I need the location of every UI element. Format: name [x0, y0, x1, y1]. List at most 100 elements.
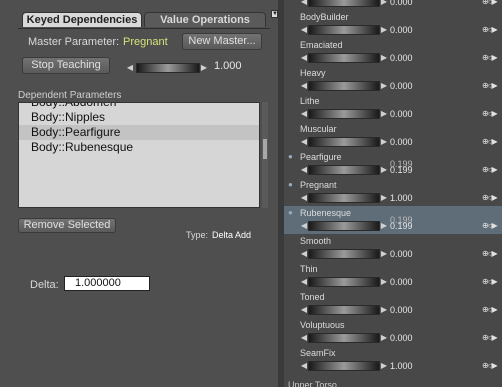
parameter-dial[interactable]: ◀ ▶	[300, 332, 388, 344]
right-arrow-icon[interactable]: ▶	[380, 332, 388, 344]
left-arrow-icon[interactable]: ◀	[126, 62, 134, 74]
parameter-row[interactable]: Voluptuous ◀ ▶ 0.000 ⊕○▶	[284, 318, 502, 346]
dial-track[interactable]	[308, 81, 380, 91]
tab-value-operations[interactable]: Value Operations	[144, 12, 266, 27]
dial-icon[interactable]: ⊕○▶	[482, 193, 498, 202]
left-arrow-icon[interactable]: ◀	[300, 248, 308, 260]
left-arrow-icon[interactable]: ◀	[300, 108, 308, 120]
stop-teaching-button[interactable]: Stop Teaching	[22, 57, 110, 74]
dial-icon[interactable]: ⊕○▶	[482, 249, 498, 258]
parameter-row[interactable]: ● Rubenesque ◀ ▶ 0.199 0.199 ⊕○▶	[284, 206, 502, 234]
teaching-value[interactable]: 1.000	[214, 60, 242, 72]
left-arrow-icon[interactable]: ◀	[300, 0, 308, 8]
dial-track[interactable]	[308, 53, 380, 63]
parameter-dial[interactable]: ◀ ▶	[300, 360, 388, 372]
parameter-value[interactable]: 0.199	[390, 165, 413, 175]
dial-icon[interactable]: ⊕○▶	[482, 0, 498, 6]
scrollbar-thumb[interactable]	[263, 139, 267, 159]
dial-icon[interactable]: ⊕○▶	[482, 333, 498, 342]
dial-icon[interactable]: ⊕○▶	[482, 361, 498, 370]
dial-track[interactable]	[308, 25, 380, 35]
dial-icon[interactable]: ⊕○▶	[482, 25, 498, 34]
list-scrollbar[interactable]	[262, 102, 268, 208]
parameter-row[interactable]: Lithe ◀ ▶ 0.000 ⊕○▶	[284, 94, 502, 122]
dependent-parameters-list[interactable]: Body::Abdomen Body::Nipples Body::Pearfi…	[18, 102, 260, 208]
parameter-row[interactable]: Thin ◀ ▶ 0.000 ⊕○▶	[284, 262, 502, 290]
remove-selected-button[interactable]: Remove Selected	[18, 218, 116, 233]
left-arrow-icon[interactable]: ◀	[300, 220, 308, 232]
left-arrow-icon[interactable]: ◀	[300, 360, 308, 372]
right-arrow-icon[interactable]: ▶	[380, 360, 388, 372]
tab-keyed-dependencies[interactable]: Keyed Dependencies	[22, 12, 142, 27]
new-master-button[interactable]: New Master...	[182, 33, 262, 50]
parameter-dial[interactable]: ◀ ▶	[300, 0, 387, 8]
dial-track[interactable]	[308, 305, 380, 315]
list-item[interactable]: Body::Nipples	[19, 110, 259, 125]
left-arrow-icon[interactable]: ◀	[300, 332, 308, 344]
dial-track[interactable]	[308, 109, 380, 119]
parameter-row[interactable]: BodyBuilder ◀ ▶ 0.000 ⊕○▶	[284, 10, 502, 38]
dial-icon[interactable]: ⊕○▶	[482, 81, 498, 90]
parameter-dial[interactable]: ◀ ▶	[300, 136, 388, 148]
dial-icon[interactable]: ⊕○▶	[482, 137, 498, 146]
dial-track[interactable]	[308, 193, 380, 203]
left-arrow-icon[interactable]: ◀	[300, 24, 308, 36]
parameter-value[interactable]: 0.199	[390, 221, 413, 231]
right-arrow-icon[interactable]: ▶	[380, 52, 388, 64]
parameter-row[interactable]: ● Pearfigure ◀ ▶ 0.199 0.199 ⊕○▶	[284, 150, 502, 178]
dial-icon[interactable]: ⊕○▶	[482, 53, 498, 62]
teaching-dial-slider[interactable]: ◀ ▶	[126, 62, 210, 74]
left-arrow-icon[interactable]: ◀	[300, 80, 308, 92]
left-arrow-icon[interactable]: ◀	[300, 52, 308, 64]
dial-icon[interactable]: ⊕○▶	[482, 165, 498, 174]
parameter-dial[interactable]: ◀ ▶	[300, 220, 388, 232]
parameter-row[interactable]: Muscular ◀ ▶ 0.000 ⊕○▶	[284, 122, 502, 150]
list-item-clipped[interactable]: Body::Abdomen	[19, 103, 259, 110]
parameter-row[interactable]: Heavy ◀ ▶ 0.000 ⊕○▶	[284, 66, 502, 94]
right-arrow-icon[interactable]: ▶	[380, 304, 388, 316]
right-arrow-icon[interactable]: ▶	[380, 136, 388, 148]
dial-track[interactable]	[136, 63, 200, 73]
parameter-value[interactable]: 1.000	[390, 361, 413, 371]
parameter-value[interactable]: 0.000	[390, 109, 413, 119]
right-arrow-icon[interactable]: ▶	[380, 248, 388, 260]
left-arrow-icon[interactable]: ◀	[300, 136, 308, 148]
parameter-value[interactable]: 0.000	[390, 0, 413, 7]
parameter-value[interactable]: 0.000	[390, 137, 413, 147]
left-arrow-icon[interactable]: ◀	[300, 304, 308, 316]
right-arrow-icon[interactable]: ▶	[380, 192, 388, 204]
parameter-dial[interactable]: ◀ ▶	[300, 108, 387, 120]
group-label[interactable]: Upper Torso	[284, 380, 502, 387]
left-arrow-icon[interactable]: ◀	[300, 192, 308, 204]
parameter-row[interactable]: ◀ ▶ 0.000 ⊕○▶	[284, 0, 502, 10]
list-item[interactable]: Body::Rubenesque	[19, 140, 259, 155]
right-arrow-icon[interactable]: ▶	[380, 164, 388, 176]
parameter-value[interactable]: 0.000	[390, 333, 413, 343]
parameter-dial[interactable]: ◀ ▶	[300, 248, 388, 260]
parameter-dial[interactable]: ◀ ▶	[300, 52, 388, 64]
parameter-value[interactable]: 0.000	[390, 305, 413, 315]
parameter-value[interactable]: 0.000	[390, 25, 413, 35]
dial-track[interactable]	[308, 249, 380, 259]
dial-track[interactable]	[308, 0, 380, 7]
right-arrow-icon[interactable]: ▶	[380, 220, 388, 232]
parameter-value[interactable]: 0.000	[390, 249, 413, 259]
parameter-dial[interactable]: ◀ ▶	[300, 304, 388, 316]
left-arrow-icon[interactable]: ◀	[300, 164, 308, 176]
right-arrow-icon[interactable]: ▶	[380, 276, 388, 288]
parameter-value[interactable]: 1.000	[390, 193, 413, 203]
parameter-dial[interactable]: ◀ ▶	[300, 24, 387, 36]
parameter-dial[interactable]: ◀ ▶	[300, 164, 388, 176]
dial-track[interactable]	[308, 361, 380, 371]
parameter-value[interactable]: 0.000	[390, 53, 413, 63]
collapse-icon[interactable]: ▼	[271, 10, 278, 18]
parameter-value[interactable]: 0.000	[390, 277, 413, 287]
dial-icon[interactable]: ⊕○▶	[482, 305, 498, 314]
parameter-row[interactable]: Toned ◀ ▶ 0.000 ⊕○▶	[284, 290, 502, 318]
right-arrow-icon[interactable]: ▶	[380, 80, 388, 92]
parameter-row[interactable]: SeamFix ◀ ▶ 1.000 ⊕○▶	[284, 346, 502, 374]
right-arrow-icon[interactable]: ▶	[200, 62, 208, 74]
dial-icon[interactable]: ⊕○▶	[482, 221, 498, 230]
parameter-dial[interactable]: ◀ ▶	[300, 80, 388, 92]
dial-icon[interactable]: ⊕○▶	[482, 109, 498, 118]
